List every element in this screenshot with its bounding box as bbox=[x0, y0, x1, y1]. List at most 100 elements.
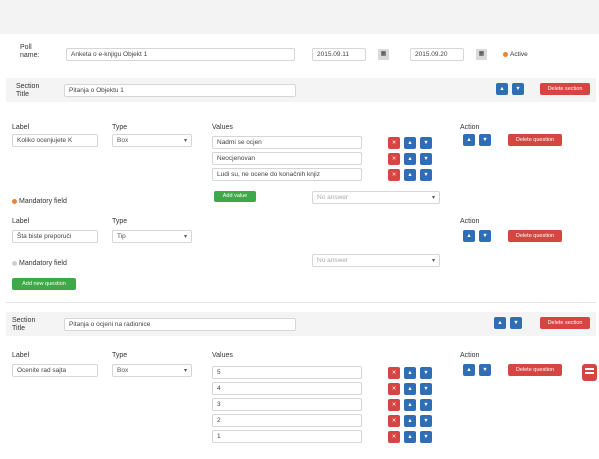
move-up-button[interactable]: ▲ bbox=[463, 364, 475, 376]
move-up-button[interactable]: ▲ bbox=[496, 83, 508, 95]
move-up-button[interactable]: ▲ bbox=[404, 383, 416, 395]
type-header: Type bbox=[112, 124, 128, 131]
delete-section-button[interactable]: Delete section bbox=[540, 83, 590, 95]
move-down-button[interactable]: ▼ bbox=[510, 317, 522, 329]
move-down-button[interactable]: ▼ bbox=[420, 415, 432, 427]
move-up-button[interactable]: ▲ bbox=[404, 137, 416, 149]
mandatory-field-toggle[interactable]: Mandatory field bbox=[12, 198, 67, 206]
values-header: Values bbox=[212, 124, 233, 131]
poll-name-label: Poll name: bbox=[20, 44, 40, 59]
move-down-button[interactable]: ▼ bbox=[420, 383, 432, 395]
section-1-title-input[interactable]: Pitanja o Objektu 1 bbox=[64, 84, 296, 97]
mandatory-label: Mandatory field bbox=[19, 198, 67, 205]
label-header: Label bbox=[12, 124, 30, 131]
value-input-2[interactable]: 4 bbox=[212, 382, 362, 395]
move-up-button[interactable]: ▲ bbox=[404, 169, 416, 181]
active-dot-icon bbox=[503, 51, 508, 57]
mandatory-dot-icon bbox=[12, 260, 17, 266]
mandatory-dot-icon bbox=[12, 198, 17, 204]
move-up-button[interactable]: ▲ bbox=[404, 431, 416, 443]
section-2-title-label: Section Title bbox=[12, 317, 36, 332]
move-down-button[interactable]: ▼ bbox=[479, 364, 491, 376]
delete-value-button[interactable]: ✕ bbox=[388, 383, 400, 395]
question-type-select[interactable]: Box ▾ bbox=[112, 364, 192, 377]
delete-value-button[interactable]: ✕ bbox=[388, 367, 400, 379]
mandatory-label: Mandatory field bbox=[19, 260, 67, 267]
top-bar bbox=[0, 0, 599, 34]
no-answer-value: No answer bbox=[317, 194, 349, 201]
poll-name-input[interactable]: Anketa o e-knjigu Objekt 1 bbox=[66, 48, 295, 61]
move-up-button[interactable]: ▲ bbox=[463, 134, 475, 146]
move-down-button[interactable]: ▼ bbox=[420, 169, 432, 181]
type-select-value: Box bbox=[117, 367, 129, 374]
delete-value-button[interactable]: ✕ bbox=[388, 153, 400, 165]
mandatory-field-toggle[interactable]: Mandatory field bbox=[12, 260, 67, 268]
section-1-title-label: Section Title bbox=[16, 83, 40, 98]
chevron-down-icon: ▾ bbox=[183, 234, 187, 240]
value-input-5[interactable]: 1 bbox=[212, 430, 362, 443]
move-up-button[interactable]: ▲ bbox=[404, 399, 416, 411]
move-down-button[interactable]: ▼ bbox=[479, 230, 491, 242]
active-label: Active bbox=[510, 51, 528, 58]
chevron-down-icon: ▾ bbox=[183, 368, 187, 374]
add-question-button[interactable]: Add new question bbox=[12, 278, 76, 290]
move-up-button[interactable]: ▲ bbox=[404, 415, 416, 427]
action-header: Action bbox=[460, 218, 480, 225]
move-up-button[interactable]: ▲ bbox=[404, 153, 416, 165]
move-down-button[interactable]: ▼ bbox=[479, 134, 491, 146]
move-up-button[interactable]: ▲ bbox=[494, 317, 506, 329]
values-header: Values bbox=[212, 352, 233, 359]
move-up-button[interactable]: ▲ bbox=[463, 230, 475, 242]
move-down-button[interactable]: ▼ bbox=[420, 399, 432, 411]
add-value-button[interactable]: Add value bbox=[214, 191, 256, 202]
move-down-button[interactable]: ▼ bbox=[420, 431, 432, 443]
action-header: Action bbox=[460, 124, 480, 131]
delete-value-button[interactable]: ✕ bbox=[388, 399, 400, 411]
question-label-input[interactable]: Ocenite rad sajta bbox=[12, 364, 98, 377]
delete-question-button[interactable]: Delete question bbox=[508, 364, 562, 376]
start-date-input[interactable]: 2015.09.11 bbox=[312, 48, 366, 61]
chevron-down-icon: ▾ bbox=[183, 138, 187, 144]
delete-value-button[interactable]: ✕ bbox=[388, 137, 400, 149]
delete-question-button[interactable]: Delete question bbox=[508, 230, 562, 242]
value-input-3[interactable]: Ludi su, ne ocene do konačnih knjiz bbox=[212, 168, 362, 181]
value-input-4[interactable]: 2 bbox=[212, 414, 362, 427]
move-down-button[interactable]: ▼ bbox=[420, 367, 432, 379]
question-type-select[interactable]: Box ▾ bbox=[112, 134, 192, 147]
calendar-icon[interactable]: ▦ bbox=[378, 49, 389, 60]
type-select-value: Tip bbox=[117, 233, 126, 240]
move-down-button[interactable]: ▼ bbox=[420, 153, 432, 165]
end-date-input[interactable]: 2015.09.20 bbox=[410, 48, 464, 61]
value-input-3[interactable]: 3 bbox=[212, 398, 362, 411]
no-answer-select[interactable]: No answer ▾ bbox=[312, 254, 440, 267]
move-down-button[interactable]: ▼ bbox=[420, 137, 432, 149]
delete-section-button[interactable]: Delete section bbox=[540, 317, 590, 329]
delete-value-button[interactable]: ✕ bbox=[388, 415, 400, 427]
trash-icon[interactable] bbox=[582, 364, 597, 381]
calendar-icon[interactable]: ▦ bbox=[476, 49, 487, 60]
type-select-value: Box bbox=[117, 137, 129, 144]
no-answer-select[interactable]: No answer ▾ bbox=[312, 191, 440, 204]
section-divider bbox=[6, 302, 596, 303]
no-answer-value: No answer bbox=[317, 257, 349, 264]
chevron-down-icon: ▾ bbox=[431, 258, 435, 264]
action-header: Action bbox=[460, 352, 480, 359]
question-label-input[interactable]: Koliko ocenjujete K bbox=[12, 134, 98, 147]
question-label-input[interactable]: Šta biste preporuči bbox=[12, 230, 98, 243]
value-input-1[interactable]: 5 bbox=[212, 366, 362, 379]
type-header: Type bbox=[112, 218, 128, 225]
label-header: Label bbox=[12, 218, 30, 225]
move-up-button[interactable]: ▲ bbox=[404, 367, 416, 379]
type-header: Type bbox=[112, 352, 128, 359]
move-down-button[interactable]: ▼ bbox=[512, 83, 524, 95]
chevron-down-icon: ▾ bbox=[431, 195, 435, 201]
value-input-1[interactable]: Nadmi se ocjen bbox=[212, 136, 362, 149]
delete-question-button[interactable]: Delete question bbox=[508, 134, 562, 146]
delete-value-button[interactable]: ✕ bbox=[388, 431, 400, 443]
value-input-2[interactable]: Neocjenovan bbox=[212, 152, 362, 165]
question-type-select[interactable]: Tip ▾ bbox=[112, 230, 192, 243]
delete-value-button[interactable]: ✕ bbox=[388, 169, 400, 181]
label-header: Label bbox=[12, 352, 30, 359]
active-toggle[interactable]: Active bbox=[503, 51, 528, 59]
section-2-title-input[interactable]: Pitanja o ocjeni na radionice bbox=[64, 318, 296, 331]
